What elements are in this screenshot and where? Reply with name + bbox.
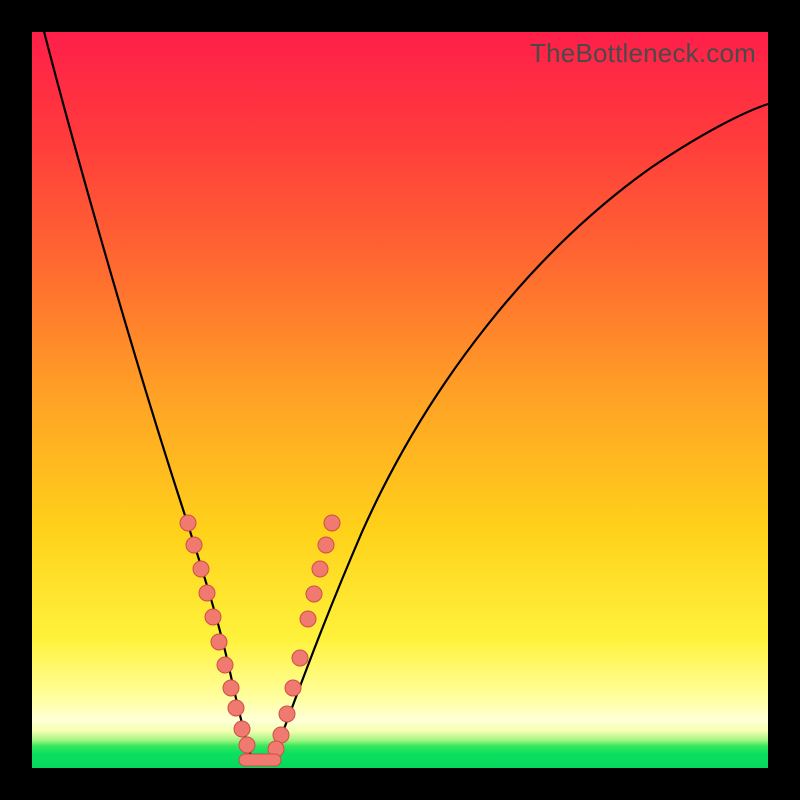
- curve-right: [272, 104, 768, 759]
- outer-frame: TheBottleneck.com: [0, 0, 800, 800]
- plot-area: TheBottleneck.com: [32, 32, 768, 768]
- dots-right: [268, 515, 340, 757]
- floor-marker: [239, 754, 281, 766]
- dots-left: [180, 515, 255, 753]
- curve-svg: [32, 32, 768, 768]
